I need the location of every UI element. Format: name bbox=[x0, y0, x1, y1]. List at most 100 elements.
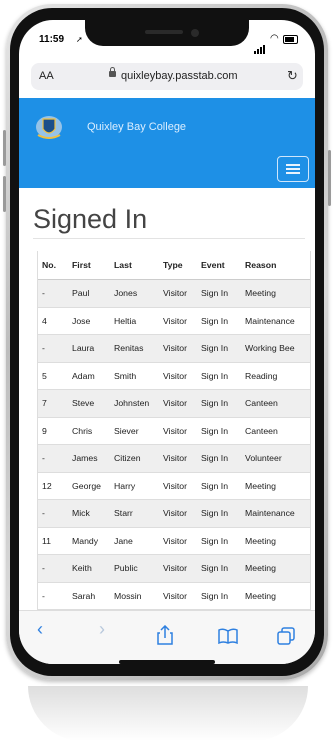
table-cell: Visitor bbox=[159, 389, 197, 418]
table-cell: Starr bbox=[110, 499, 159, 528]
table-cell: Paul bbox=[68, 279, 110, 308]
table-row[interactable]: - Keith Public Visitor Sign In Meeting bbox=[38, 554, 310, 583]
phone-screen: 11:59 ➚ ◠ AA quixleybay.passtab.com ↻ Qu… bbox=[19, 20, 315, 664]
table-cell: Mossin bbox=[110, 582, 159, 610]
table-cell: Heltia bbox=[110, 307, 159, 335]
column-header: Last bbox=[110, 251, 159, 280]
table-cell: Sign In bbox=[197, 582, 241, 610]
table-cell: Steve bbox=[68, 389, 110, 418]
chevron-left-icon[interactable]: ‹ bbox=[37, 619, 43, 640]
table-cell: 4 bbox=[38, 307, 68, 335]
hamburger-icon bbox=[286, 164, 300, 166]
table-cell: Sign In bbox=[197, 307, 241, 335]
table-row[interactable]: 9 Chris Siever Visitor Sign In Canteen bbox=[38, 417, 310, 445]
notch bbox=[85, 20, 249, 46]
table-cell: Meeting bbox=[241, 554, 310, 583]
table-row[interactable]: 7 Steve Johnsten Visitor Sign In Canteen bbox=[38, 389, 310, 418]
table-cell: Sign In bbox=[197, 362, 241, 390]
signed-in-table: No. First Last Type Event Reason - Paul Jones Vi… bbox=[38, 251, 310, 611]
table-cell: Jane bbox=[110, 527, 159, 555]
front-camera bbox=[191, 29, 199, 37]
table-cell: Keith bbox=[68, 554, 110, 583]
tabs-icon[interactable] bbox=[277, 627, 295, 645]
table-cell: Sign In bbox=[197, 527, 241, 555]
address-bar[interactable]: AA quixleybay.passtab.com ↻ bbox=[31, 63, 303, 90]
table-cell: Sign In bbox=[197, 389, 241, 418]
table-cell: Renitas bbox=[110, 334, 159, 363]
college-logo[interactable] bbox=[35, 113, 63, 143]
table-cell: Laura bbox=[68, 334, 110, 363]
column-header: Event bbox=[197, 251, 241, 280]
table-cell: Sign In bbox=[197, 334, 241, 363]
wifi-icon: ◠ bbox=[270, 33, 279, 44]
signed-in-table-container[interactable]: No. First Last Type Event Reason - Paul Jones Vi… bbox=[37, 251, 311, 611]
table-row[interactable]: 5 Adam Smith Visitor Sign In Reading bbox=[38, 362, 310, 390]
table-cell: Visitor bbox=[159, 499, 197, 528]
table-row[interactable]: - Mick Starr Visitor Sign In Maintenance bbox=[38, 499, 310, 528]
chevron-right-icon[interactable]: › bbox=[99, 619, 105, 640]
table-cell: Sign In bbox=[197, 279, 241, 308]
table-cell: Harry bbox=[110, 472, 159, 500]
table-cell: James bbox=[68, 444, 110, 473]
table-cell: Visitor bbox=[159, 334, 197, 363]
table-cell: Reading bbox=[241, 362, 310, 390]
page-title: Signed In bbox=[33, 204, 148, 234]
table-cell: Chris bbox=[68, 417, 110, 445]
text-size-button[interactable]: AA bbox=[39, 70, 54, 82]
table-cell: Visitor bbox=[159, 417, 197, 445]
table-row[interactable]: - James Citizen Visitor Sign In Volunteer bbox=[38, 444, 310, 473]
table-cell: Working Bee bbox=[241, 334, 310, 363]
table-cell: Visitor bbox=[159, 444, 197, 473]
table-cell: 9 bbox=[38, 417, 68, 445]
table-row[interactable]: - Sarah Mossin Visitor Sign In Meeting bbox=[38, 582, 310, 610]
table-cell: Citizen bbox=[110, 444, 159, 473]
table-cell: Meeting bbox=[241, 279, 310, 308]
table-row[interactable]: - Laura Renitas Visitor Sign In Working Bee bbox=[38, 334, 310, 363]
home-indicator[interactable] bbox=[119, 660, 215, 664]
table-cell: Meeting bbox=[241, 582, 310, 610]
table-cell: Mick bbox=[68, 499, 110, 528]
table-row[interactable]: 4 Jose Heltia Visitor Sign In Maintenance bbox=[38, 307, 310, 335]
status-bar: 11:59 ➚ ◠ bbox=[19, 20, 315, 54]
table-cell: - bbox=[38, 444, 68, 473]
table-row[interactable]: - Paul Jones Visitor Sign In Meeting bbox=[38, 279, 310, 308]
table-cell: Sarah bbox=[68, 582, 110, 610]
book-icon[interactable] bbox=[218, 628, 238, 644]
table-cell: - bbox=[38, 499, 68, 528]
site-brand[interactable]: Quixley Bay College bbox=[87, 121, 186, 133]
lock-icon bbox=[109, 67, 116, 77]
table-cell: - bbox=[38, 582, 68, 610]
url-text[interactable]: quixleybay.passtab.com bbox=[121, 70, 238, 82]
table-cell: 12 bbox=[38, 472, 68, 500]
table-cell: Visitor bbox=[159, 279, 197, 308]
battery-icon bbox=[283, 35, 298, 44]
table-cell: Public bbox=[110, 554, 159, 583]
table-cell: Visitor bbox=[159, 362, 197, 390]
volume-down-button bbox=[3, 176, 6, 212]
table-row[interactable]: 11 Mandy Jane Visitor Sign In Meeting bbox=[38, 527, 310, 555]
share-icon[interactable] bbox=[157, 625, 173, 645]
reload-icon[interactable]: ↻ bbox=[287, 68, 298, 84]
cellular-signal-icon bbox=[254, 36, 266, 54]
table-cell: Visitor bbox=[159, 472, 197, 500]
table-cell: Adam bbox=[68, 362, 110, 390]
table-cell: Sign In bbox=[197, 554, 241, 583]
table-cell: Sign In bbox=[197, 472, 241, 500]
table-cell: Meeting bbox=[241, 472, 310, 500]
table-cell: 5 bbox=[38, 362, 68, 390]
table-cell: Maintenance bbox=[241, 307, 310, 335]
table-cell: Johnsten bbox=[110, 389, 159, 418]
table-row[interactable]: 12 George Harry Visitor Sign In Meeting bbox=[38, 472, 310, 500]
table-cell: Maintenance bbox=[241, 499, 310, 528]
table-cell: Sign In bbox=[197, 444, 241, 473]
power-button bbox=[328, 150, 331, 206]
speaker-grille bbox=[145, 30, 183, 34]
table-cell: - bbox=[38, 554, 68, 583]
volume-up-button bbox=[3, 130, 6, 166]
column-header: No. bbox=[38, 251, 68, 280]
table-cell: Sign In bbox=[197, 499, 241, 528]
table-body: - Paul Jones Visitor Sign In Meeting 4 Jose Helt… bbox=[38, 279, 310, 611]
menu-toggle-button[interactable] bbox=[277, 156, 309, 182]
table-cell: Mandy bbox=[68, 527, 110, 555]
table-cell: Volunteer bbox=[241, 444, 310, 473]
